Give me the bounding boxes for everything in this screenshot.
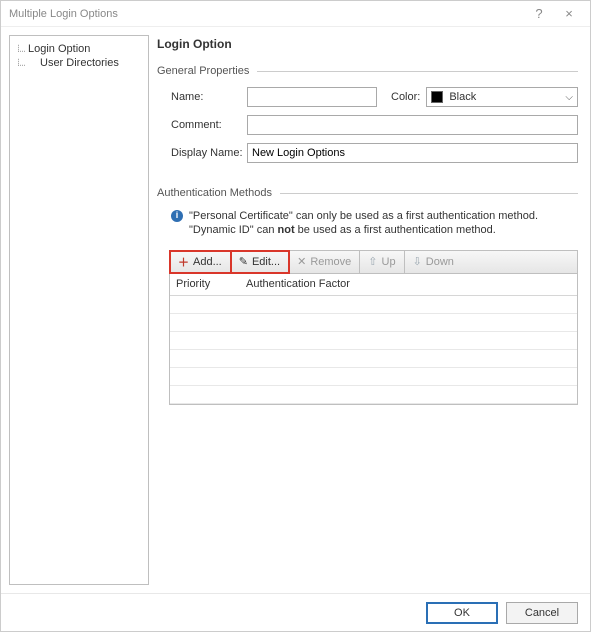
auth-info-text: "Personal Certificate" can only be used … — [189, 209, 538, 238]
plus-icon: ＋ — [178, 254, 189, 270]
main-panel: Login Option General Properties Name: Co… — [157, 35, 582, 585]
grid-row[interactable] — [170, 296, 577, 314]
divider — [257, 71, 578, 72]
ok-button[interactable]: OK — [426, 602, 498, 624]
section-general: General Properties — [157, 65, 578, 77]
name-label: Name: — [157, 91, 247, 103]
section-auth: Authentication Methods — [157, 187, 578, 199]
tree-item-label: User Directories — [40, 57, 119, 69]
auth-grid: Priority Authentication Factor — [169, 274, 578, 405]
arrow-up-icon: ⇧ — [368, 255, 377, 268]
cancel-button[interactable]: Cancel — [506, 602, 578, 624]
comment-label: Comment: — [157, 119, 247, 131]
remove-button[interactable]: ✕ Remove — [289, 251, 360, 273]
up-button[interactable]: ⇧ Up — [360, 251, 404, 273]
page-title: Login Option — [157, 37, 578, 51]
col-factor[interactable]: Authentication Factor — [240, 274, 577, 295]
grid-row[interactable] — [170, 350, 577, 368]
display-name-input[interactable] — [247, 143, 578, 163]
tree-item-user-directories[interactable]: User Directories — [14, 56, 144, 70]
info-line1: "Personal Certificate" can only be used … — [189, 210, 538, 222]
add-button[interactable]: ＋ Add... — [170, 251, 231, 273]
info-line2-pre: "Dynamic ID" can — [189, 224, 278, 236]
remove-label: Remove — [310, 256, 351, 268]
tree-item-login-option[interactable]: Login Option — [14, 42, 144, 56]
up-label: Up — [382, 256, 396, 268]
pencil-icon: ✎ — [239, 255, 248, 268]
arrow-down-icon: ⇩ — [413, 255, 422, 268]
add-label: Add... — [193, 256, 222, 268]
comment-input[interactable] — [247, 115, 578, 135]
grid-row[interactable] — [170, 332, 577, 350]
close-button[interactable]: × — [554, 6, 584, 21]
color-label: Color: — [391, 91, 420, 103]
auth-toolbar: ＋ Add... ✎ Edit... ✕ Remove ⇧ Up ⇩ Down — [169, 250, 578, 274]
col-priority[interactable]: Priority — [170, 274, 240, 295]
cancel-label: Cancel — [525, 607, 559, 619]
divider — [280, 193, 578, 194]
section-general-label: General Properties — [157, 65, 249, 77]
dialog-footer: OK Cancel — [1, 593, 590, 631]
display-name-label: Display Name: — [157, 147, 247, 159]
nav-tree: Login Option User Directories — [9, 35, 149, 585]
color-select[interactable]: Black ⌵ — [426, 87, 578, 107]
section-auth-label: Authentication Methods — [157, 187, 272, 199]
info-line2-post: be used as a first authentication method… — [295, 224, 496, 236]
info-line2-bold: not — [278, 224, 295, 236]
down-label: Down — [426, 256, 454, 268]
edit-label: Edit... — [252, 256, 280, 268]
info-icon: i — [171, 210, 183, 222]
color-swatch-icon — [431, 91, 443, 103]
x-icon: ✕ — [297, 255, 306, 268]
ok-label: OK — [454, 607, 470, 619]
auth-info: i "Personal Certificate" can only be use… — [157, 209, 578, 238]
chevron-down-icon: ⌵ — [565, 92, 573, 103]
down-button[interactable]: ⇩ Down — [405, 251, 462, 273]
tree-item-label: Login Option — [28, 43, 90, 55]
grid-row[interactable] — [170, 314, 577, 332]
edit-button[interactable]: ✎ Edit... — [231, 251, 289, 273]
titlebar: Multiple Login Options ? × — [1, 1, 590, 27]
grid-row[interactable] — [170, 386, 577, 404]
color-value: Black — [449, 91, 476, 103]
window-title: Multiple Login Options — [9, 8, 524, 20]
help-button[interactable]: ? — [524, 6, 554, 21]
name-input[interactable] — [247, 87, 377, 107]
grid-header: Priority Authentication Factor — [170, 274, 577, 296]
grid-row[interactable] — [170, 368, 577, 386]
